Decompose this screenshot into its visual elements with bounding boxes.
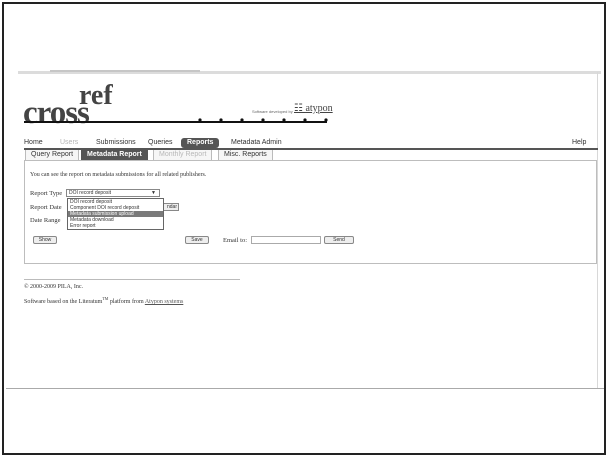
date-range-label: Date Range (30, 217, 61, 224)
atypon-systems-link[interactable]: Atypon systems (145, 299, 184, 305)
window-bottom-edge (6, 388, 604, 389)
atypon-icon: ☷ (294, 103, 306, 114)
email-field[interactable] (251, 236, 321, 244)
footer-rule (24, 279, 240, 280)
save-button[interactable]: Save (185, 236, 209, 244)
report-date-label: Report Date (30, 204, 62, 211)
developed-by-text: Software developed by (252, 109, 293, 114)
tab-submissions[interactable]: Submissions (96, 138, 136, 148)
send-button[interactable]: Send (324, 236, 354, 244)
logo-ref-text: ref (79, 80, 113, 111)
tab-users[interactable]: Users (60, 138, 78, 148)
calendar-button[interactable]: ndar (163, 203, 179, 211)
platform-credit-text: Software based on the Literatum (24, 299, 103, 305)
dropdown-option[interactable]: Error report (68, 223, 163, 229)
intro-text: You can see the report on metadata submi… (30, 172, 207, 178)
copyright-text: © 2000-2009 PILA, Inc. (24, 284, 84, 290)
tab-queries[interactable]: Queries (148, 138, 173, 148)
atypon-logo[interactable]: ☷ atypon (294, 103, 333, 114)
browser-tab-strip (50, 70, 200, 72)
help-link[interactable]: Help (572, 138, 586, 148)
chevron-down-icon: ▼ (151, 190, 156, 196)
platform-from-text: platform from (108, 299, 145, 305)
platform-credit: Software based on the LiteratumTM platfo… (24, 296, 183, 305)
tab-home[interactable]: Home (24, 138, 43, 148)
tab-reports[interactable]: Reports (181, 138, 220, 148)
report-type-select[interactable]: DOI record deposit ▼ (66, 189, 160, 197)
tab-metadata-admin[interactable]: Metadata Admin (231, 138, 282, 148)
window-scrollbar[interactable] (597, 72, 598, 388)
report-type-value: DOI record deposit (69, 190, 111, 196)
email-label: Email to: (223, 237, 248, 244)
show-button[interactable]: Show (33, 236, 57, 244)
report-type-label: Report Type (30, 190, 63, 197)
atypon-name: atypon (305, 103, 333, 114)
report-type-dropdown: DOI record deposit Component DOI record … (67, 198, 164, 230)
